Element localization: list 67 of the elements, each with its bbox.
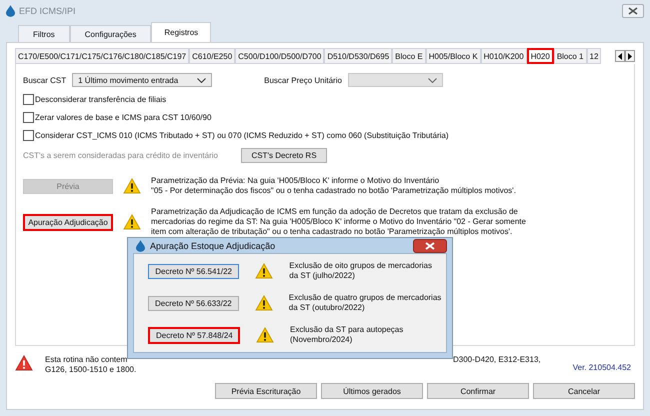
decree-description: da ST (outubro/2022) bbox=[288, 303, 366, 313]
tab[interactable]: Configurações bbox=[70, 25, 152, 42]
warning-icon bbox=[123, 178, 141, 194]
tab[interactable]: C610/E250 bbox=[189, 48, 236, 64]
tab[interactable]: 12 bbox=[586, 48, 602, 64]
footer-button[interactable]: Confirmar bbox=[427, 383, 529, 399]
warning-icon bbox=[254, 295, 273, 311]
warning-icon bbox=[255, 263, 274, 279]
drop-icon bbox=[136, 240, 145, 252]
error-icon bbox=[15, 355, 33, 371]
cst-decree-button[interactable]: CST's Decreto RS bbox=[241, 148, 327, 162]
info-text: "05 - Por determinação dos fiscos" ou o tenha cadastrado no botão 'Parametrização múltiplos motivos'. bbox=[151, 186, 516, 196]
tab[interactable]: Bloco E bbox=[392, 48, 426, 64]
warning-icon bbox=[256, 327, 274, 343]
notice-text: G126, 1500-1510 e 1800. bbox=[45, 365, 138, 375]
decree-button[interactable]: Decreto Nº 56.541/22 bbox=[148, 264, 240, 278]
close-icon bbox=[628, 7, 638, 15]
scroll-left-button[interactable] bbox=[615, 50, 625, 62]
dialog-title: Apuração Estoque Adjudicação bbox=[150, 240, 276, 250]
field-label: Buscar CST bbox=[23, 76, 66, 84]
decree-description: da ST (julho/2022) bbox=[289, 271, 356, 281]
checkbox[interactable] bbox=[23, 130, 34, 140]
footer-button[interactable]: Cancelar bbox=[533, 383, 635, 399]
checkbox[interactable] bbox=[23, 94, 34, 104]
decree-button[interactable]: Decreto Nº 57.848/24 bbox=[148, 326, 240, 344]
left-arrow-icon bbox=[618, 52, 622, 60]
checkbox[interactable] bbox=[23, 112, 34, 122]
info-text: Parametrização da Prévia: Na guia 'H005/Bloco K' informe o Motivo do Inventário bbox=[151, 176, 440, 186]
close-button[interactable] bbox=[413, 238, 447, 252]
tab[interactable]: C170/E500/C171/C175/C176/C180/C185/C197 bbox=[15, 48, 190, 64]
action-button[interactable]: Apuração Adjudicação bbox=[23, 214, 113, 230]
checkbox-label: Considerar CST_ICMS 010 (ICMS Tributado + ST) ou 070 (ICMS Reduzido + ST) como 060 (Substituição Tributária) bbox=[35, 130, 449, 140]
caret-icon bbox=[197, 78, 206, 82]
info-text: Parametrização da Adjudicação de ICMS em função da adoção de Decretos que tratam da exclusão de bbox=[151, 207, 519, 217]
section-label: CST's a serem consideradas para crédito de inventário bbox=[23, 150, 219, 160]
tab[interactable]: H005/Bloco K bbox=[426, 48, 481, 64]
footer-button[interactable]: Prévia Escrituração bbox=[215, 383, 317, 399]
field-label: Buscar Preço Unitário bbox=[264, 76, 342, 84]
window-title: EFD ICMS/IPI bbox=[19, 6, 76, 16]
notice-text: D300-D420, E312-E313, bbox=[453, 355, 541, 365]
scroll-right-button[interactable] bbox=[625, 50, 635, 62]
version-label: Ver. 210504.452 bbox=[572, 363, 631, 372]
close-button[interactable] bbox=[622, 4, 644, 18]
decree-description: Exclusão de oito grupos de mercadorias bbox=[289, 261, 432, 271]
drop-icon bbox=[6, 5, 15, 17]
decree-description: Exclusão de quatro grupos de mercadorias bbox=[288, 293, 442, 303]
tab[interactable]: Registros bbox=[151, 22, 212, 42]
info-text: mercadorias do regime da ST: Na guia 'H005/Bloco K' informe o Motivo do Inventário "02 - Gerar somente bbox=[151, 217, 526, 227]
decree-description: Exclusão da ST para autopeças bbox=[290, 325, 404, 335]
tab[interactable]: Filtros bbox=[18, 25, 70, 42]
right-arrow-icon bbox=[628, 52, 632, 60]
checkbox-label: Desconsiderar transferência de filiais bbox=[35, 94, 166, 104]
tab[interactable]: D510/D530/D695 bbox=[324, 48, 392, 64]
cst-dropdown[interactable]: 1 Último movimento entrada bbox=[72, 73, 212, 87]
tab[interactable]: Bloco 1 bbox=[554, 48, 586, 64]
info-text: item com alteração de tributação" ou o tenha cadastrado no botão 'Parametrização múltiplos motivos'. bbox=[151, 227, 514, 237]
caret-icon bbox=[428, 78, 437, 82]
footer-button[interactable]: Últimos gerados bbox=[321, 383, 423, 399]
decree-button[interactable]: Decreto Nº 56.633/22 bbox=[148, 296, 239, 310]
notice-text: Esta rotina não contem bbox=[45, 355, 128, 365]
warning-icon bbox=[123, 214, 141, 230]
tab[interactable]: H010/K200 bbox=[480, 48, 527, 64]
checkbox-label: Zerar valores de base e ICMS para CST 10/60/90 bbox=[35, 112, 212, 122]
tab[interactable]: C500/D100/D500/D700 bbox=[235, 48, 324, 64]
tab[interactable]: H020 bbox=[526, 48, 554, 64]
decree-description: (Novembro/2024) bbox=[290, 335, 354, 345]
close-icon bbox=[425, 242, 435, 250]
